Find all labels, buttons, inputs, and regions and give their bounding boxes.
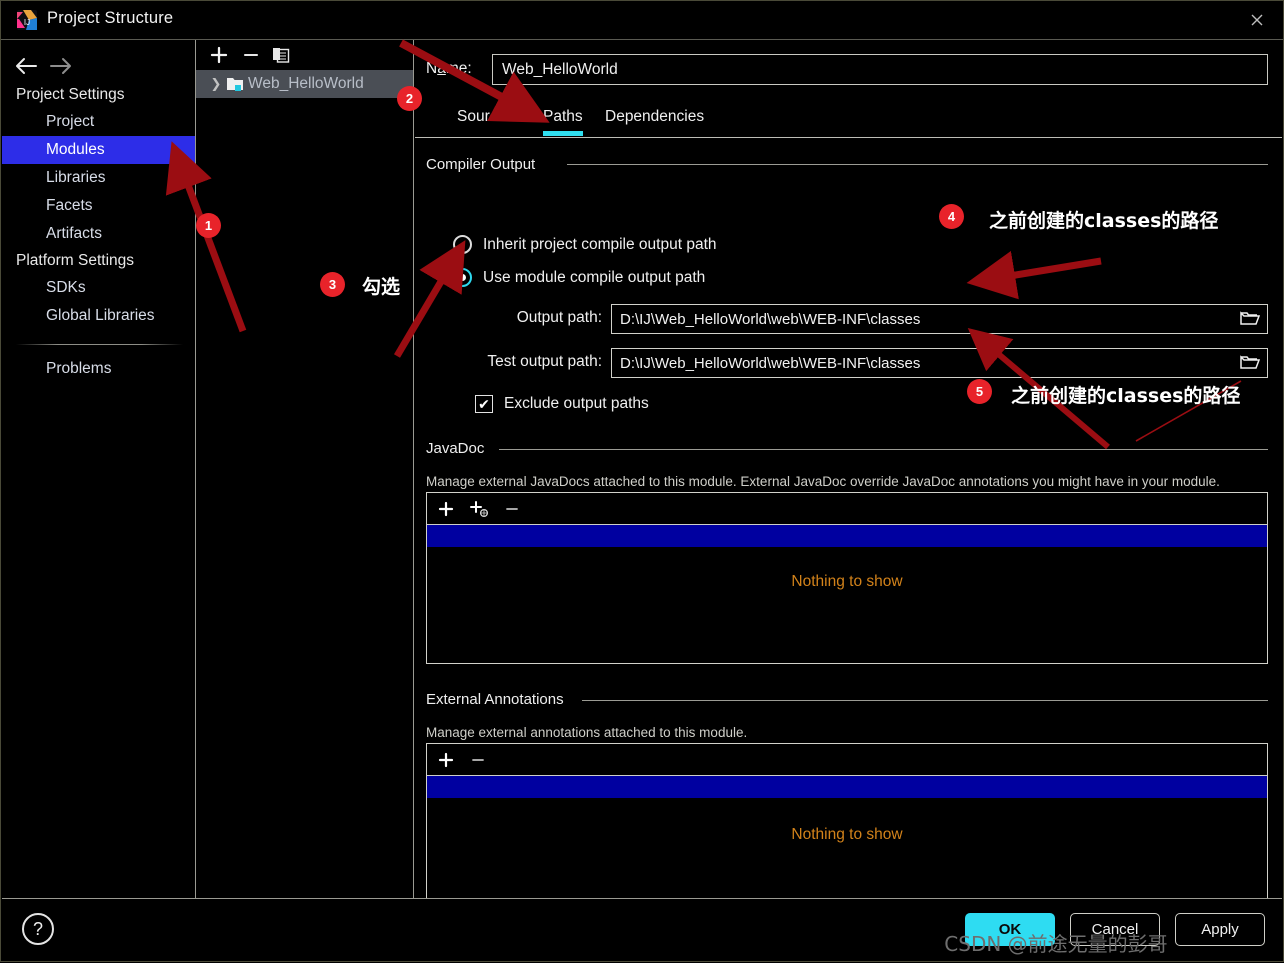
external-annotations-list-toolbar <box>427 744 1267 776</box>
javadoc-add-button[interactable] <box>435 498 457 519</box>
radio-use-module-output[interactable]: Use module compile output path <box>453 268 705 287</box>
compiler-output-rule <box>567 164 1268 165</box>
exclude-output-paths-row[interactable]: ✔ Exclude output paths <box>475 395 649 413</box>
folder-browse-icon[interactable] <box>1233 305 1267 333</box>
external-annotations-selection-bar[interactable] <box>427 776 1267 798</box>
javadoc-listbox: Nothing to show <box>426 492 1268 664</box>
sidebar-item-global-libraries[interactable]: Global Libraries <box>2 302 195 330</box>
module-folder-icon <box>226 76 248 92</box>
radio-module-label: Use module compile output path <box>483 268 706 286</box>
javadoc-hint: Manage external JavaDocs attached to thi… <box>426 474 1220 489</box>
project-structure-dialog: IJ Project Structure Project Settings Pr… <box>0 0 1284 962</box>
exclude-output-paths-label: Exclude output paths <box>504 395 649 412</box>
sidebar-item-problems[interactable]: Problems <box>2 355 195 383</box>
tab-sources[interactable]: Sources <box>447 101 524 136</box>
sidebar-group-project-settings: Project Settings <box>16 86 125 103</box>
arrow-right-icon[interactable] <box>48 54 74 78</box>
tab-underline <box>543 131 583 136</box>
test-output-path-label: Test output path: <box>487 353 602 370</box>
module-tabs: Sources Paths Dependencies <box>415 101 1282 138</box>
module-name-label: Name: <box>426 60 472 77</box>
sidebar-item-artifacts[interactable]: Artifacts <box>2 220 195 248</box>
sidebar-item-sdks[interactable]: SDKs <box>2 274 195 302</box>
modules-column: ❯ Web_HelloWorld <box>196 40 414 899</box>
module-name-row: Name: <box>415 54 1268 86</box>
sidebar-item-project[interactable]: Project <box>2 108 195 136</box>
javadoc-title: JavaDoc <box>426 440 493 457</box>
javadoc-empty-text: Nothing to show <box>791 573 903 590</box>
radio-button-selected-icon <box>453 268 472 287</box>
javadoc-selection-bar[interactable] <box>427 525 1267 547</box>
remove-module-button[interactable] <box>240 44 262 66</box>
dialog-footer: ? OK Cancel Apply <box>2 898 1282 960</box>
compiler-output-title: Compiler Output <box>426 156 544 173</box>
folder-browse-icon[interactable] <box>1233 349 1267 377</box>
tab-paths-label: Paths <box>543 108 583 125</box>
radio-inherit-project-output[interactable]: Inherit project compile output path <box>453 235 717 254</box>
external-annotations-remove-button[interactable] <box>467 749 489 770</box>
window-title: Project Structure <box>47 9 174 27</box>
settings-nav-list: Project Settings Project Modules Librari… <box>2 82 195 383</box>
navigation-arrows <box>12 52 82 80</box>
tree-row-web-helloworld[interactable]: ❯ Web_HelloWorld <box>196 70 413 98</box>
sidebar-item-modules[interactable]: Modules <box>2 136 195 164</box>
javadoc-remove-button[interactable] <box>501 498 523 519</box>
svg-text:IJ: IJ <box>24 18 30 27</box>
output-path-input[interactable] <box>612 310 1233 328</box>
ok-button[interactable]: OK <box>965 913 1055 946</box>
close-button[interactable] <box>1231 1 1283 39</box>
test-output-path-input[interactable] <box>612 354 1233 372</box>
chevron-right-icon[interactable]: ❯ <box>206 76 226 92</box>
modules-tree: ❯ Web_HelloWorld <box>196 70 413 98</box>
test-output-path-row: Test output path: <box>415 348 1268 378</box>
add-module-button[interactable] <box>208 44 230 66</box>
sidebar-group-platform-settings: Platform Settings <box>16 252 135 269</box>
module-detail-panel: Name: Sources Paths Dependencies Compile… <box>415 40 1282 919</box>
test-output-path-field[interactable] <box>611 348 1268 378</box>
output-path-field[interactable] <box>611 304 1268 334</box>
apply-button[interactable]: Apply <box>1175 913 1265 946</box>
external-annotations-title: External Annotations <box>426 691 572 708</box>
external-annotations-hint: Manage external annotations attached to … <box>426 725 748 740</box>
cancel-button[interactable]: Cancel <box>1070 913 1160 946</box>
external-annotations-empty-text: Nothing to show <box>791 826 903 843</box>
javadoc-list-toolbar <box>427 493 1267 525</box>
output-path-row: Output path: <box>415 304 1268 334</box>
copy-module-icon[interactable] <box>270 44 292 66</box>
checkbox-checked-icon[interactable]: ✔ <box>475 395 493 413</box>
radio-inherit-label: Inherit project compile output path <box>483 235 717 253</box>
sidebar-item-libraries[interactable]: Libraries <box>2 164 195 192</box>
sidebar-item-facets[interactable]: Facets <box>2 192 195 220</box>
help-question-icon[interactable]: ? <box>22 913 54 945</box>
settings-sidebar: Project Settings Project Modules Librari… <box>2 40 196 899</box>
radio-button-unselected-icon <box>453 235 472 254</box>
javadoc-add-url-icon[interactable] <box>467 498 493 519</box>
javadoc-rule <box>499 449 1268 450</box>
arrow-left-icon[interactable] <box>14 54 40 78</box>
intellij-idea-icon: IJ <box>16 9 38 31</box>
output-path-label: Output path: <box>516 309 602 326</box>
sidebar-divider <box>16 344 183 345</box>
tree-row-label: Web_HelloWorld <box>248 75 364 92</box>
external-annotations-listbox: Nothing to show <box>426 743 1268 919</box>
tab-paths[interactable]: Paths <box>533 101 593 136</box>
tab-dependencies[interactable]: Dependencies <box>595 101 714 136</box>
tab-dependencies-label: Dependencies <box>605 108 705 125</box>
module-name-input[interactable] <box>492 54 1268 85</box>
modules-toolbar <box>196 40 413 70</box>
title-bar: IJ Project Structure <box>1 1 1283 40</box>
external-annotations-add-button[interactable] <box>435 749 457 770</box>
external-annotations-rule <box>582 700 1268 701</box>
tab-sources-label: Sources <box>457 108 514 125</box>
